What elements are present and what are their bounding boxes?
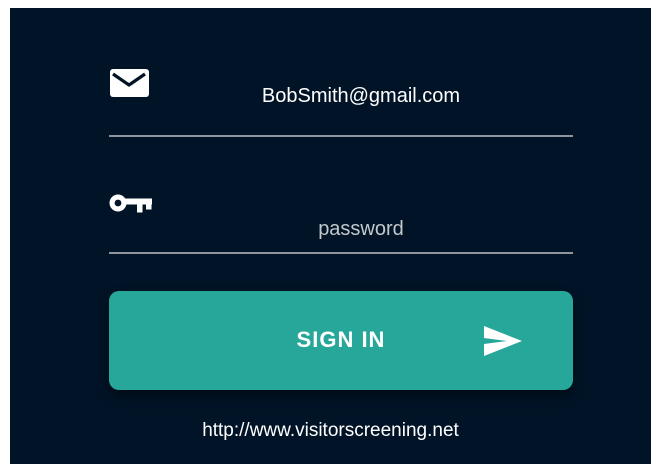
email-field[interactable] [109, 63, 573, 137]
password-field[interactable] [109, 182, 573, 254]
email-input[interactable] [149, 81, 573, 111]
sign-in-button[interactable]: SIGN IN [109, 291, 573, 390]
mail-icon [109, 69, 149, 104]
login-panel: SIGN IN http://www.visitorscreening.net [10, 8, 651, 464]
website-link[interactable]: http://www.visitorscreening.net [10, 420, 651, 442]
send-icon [483, 325, 523, 362]
password-input[interactable] [149, 214, 573, 244]
